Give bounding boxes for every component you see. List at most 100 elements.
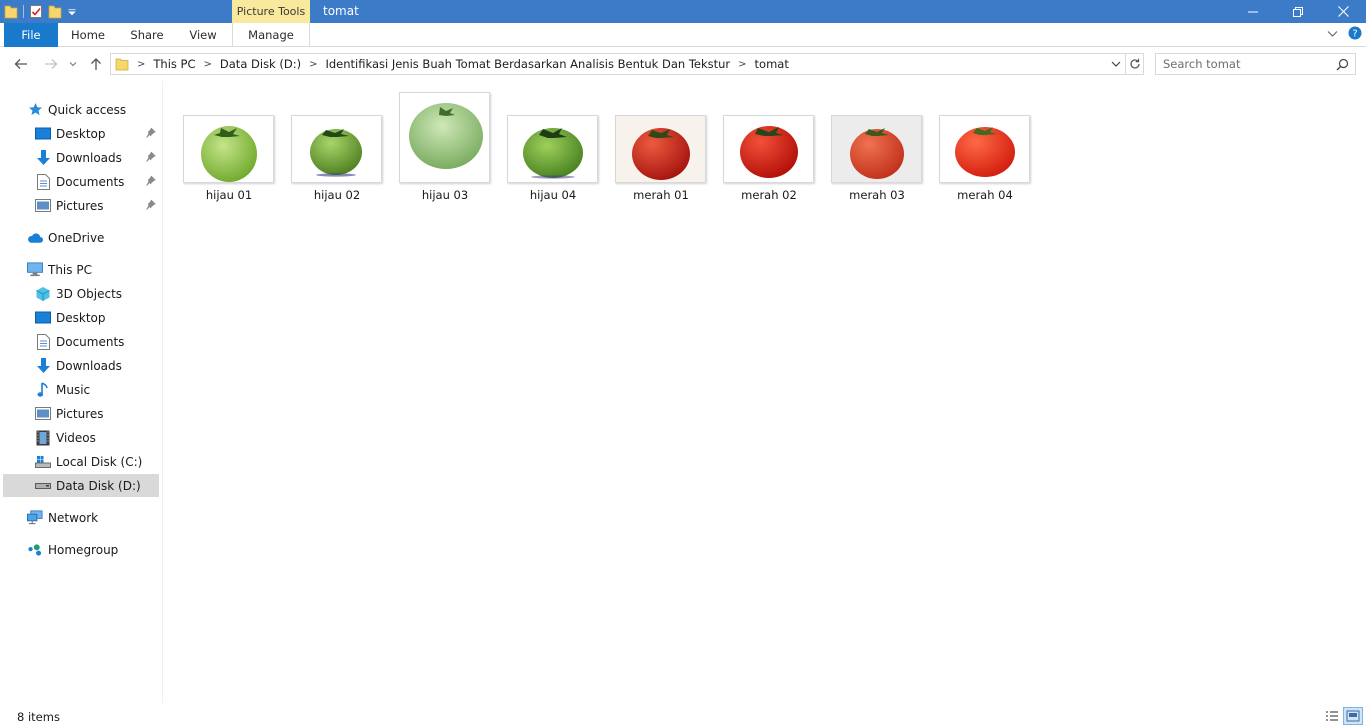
- sidebar-item-3d-objects[interactable]: 3D Objects: [3, 282, 159, 305]
- file-name: merah 03: [849, 188, 905, 202]
- up-button[interactable]: [87, 55, 105, 73]
- refresh-icon: [1129, 58, 1140, 69]
- document-icon: [35, 173, 51, 190]
- sidebar-item-pictures-pinned[interactable]: Pictures: [3, 194, 159, 217]
- large-icons-view-button[interactable]: [1343, 707, 1363, 725]
- windows-drive-icon: [35, 454, 51, 470]
- tab-view[interactable]: View: [180, 23, 226, 47]
- file-name: hijau 04: [529, 188, 577, 202]
- sidebar-item-network[interactable]: Network: [3, 506, 159, 529]
- tab-file[interactable]: File: [4, 23, 58, 47]
- red-tomato-thumbnail: [832, 116, 921, 182]
- sidebar-item-videos[interactable]: Videos: [3, 426, 159, 449]
- help-icon[interactable]: ?: [1348, 26, 1362, 40]
- network-icon: [27, 510, 43, 526]
- search-icon[interactable]: [1336, 58, 1349, 71]
- file-item-merah-02[interactable]: merah 02: [719, 95, 819, 205]
- image-thumbnail: [831, 115, 922, 183]
- sidebar-item-documents[interactable]: Documents: [3, 330, 159, 353]
- sidebar-item-onedrive[interactable]: OneDrive: [3, 226, 159, 249]
- homegroup-icon: [27, 542, 43, 558]
- sidebar-item-downloads-pinned[interactable]: Downloads: [3, 146, 159, 169]
- chevron-down-icon: [1111, 61, 1121, 67]
- green-tomato-thumbnail: [310, 129, 362, 177]
- image-thumbnail: [507, 115, 598, 183]
- sidebar-item-music[interactable]: Music: [3, 378, 159, 401]
- arrow-up-icon: [91, 58, 101, 70]
- sidebar-item-pictures[interactable]: Pictures: [3, 402, 159, 425]
- minimize-button[interactable]: [1230, 0, 1276, 23]
- back-button[interactable]: [12, 55, 30, 73]
- breadcrumb-tomat[interactable]: tomat: [755, 57, 789, 71]
- sidebar-item-local-disk-c[interactable]: Local Disk (C:): [3, 450, 159, 473]
- tab-manage[interactable]: Manage: [232, 23, 310, 47]
- image-thumbnail: [615, 115, 706, 183]
- sidebar-item-homegroup[interactable]: Homegroup: [3, 538, 159, 561]
- pin-icon[interactable]: [145, 199, 156, 210]
- sidebar-item-this-pc[interactable]: This PC: [3, 258, 159, 281]
- sidebar-item-label: Documents: [56, 334, 125, 349]
- pin-icon[interactable]: [145, 175, 156, 186]
- details-view-button[interactable]: [1322, 707, 1342, 725]
- music-note-icon: [35, 381, 51, 398]
- address-history-button[interactable]: [1109, 57, 1123, 71]
- file-name: hijau 01: [205, 188, 253, 202]
- pin-icon[interactable]: [145, 127, 156, 138]
- breadcrumb-data-disk[interactable]: Data Disk (D:): [220, 57, 301, 71]
- chevron-right-icon[interactable]: >: [738, 59, 746, 70]
- forward-button[interactable]: [42, 55, 60, 73]
- sidebar-item-data-disk-d[interactable]: Data Disk (D:): [3, 474, 159, 497]
- folder-icon[interactable]: [4, 4, 18, 19]
- sidebar-item-label: Network: [48, 510, 99, 525]
- chevron-right-icon[interactable]: >: [309, 59, 317, 70]
- address-bar[interactable]: > This PC > Data Disk (D:) > Identifikas…: [110, 53, 1126, 75]
- new-folder-icon[interactable]: [48, 4, 62, 19]
- minimize-icon: [1248, 11, 1258, 12]
- sidebar-item-label: Homegroup: [48, 542, 119, 557]
- close-button[interactable]: [1320, 0, 1366, 23]
- image-thumbnail: [399, 92, 490, 183]
- restore-button[interactable]: [1275, 0, 1321, 23]
- sidebar-item-desktop-pinned[interactable]: Desktop: [3, 122, 159, 145]
- sidebar-item-label: Local Disk (C:): [56, 454, 143, 469]
- file-item-merah-01[interactable]: merah 01: [611, 95, 711, 205]
- tab-home[interactable]: Home: [62, 23, 114, 47]
- properties-icon[interactable]: [29, 4, 43, 19]
- expand-ribbon-icon[interactable]: [1327, 28, 1338, 39]
- recent-locations-button[interactable]: [67, 55, 79, 73]
- file-item-merah-03[interactable]: merah 03: [827, 95, 927, 205]
- file-item-hijau-02[interactable]: hijau 02: [287, 95, 387, 205]
- breadcrumb-project-folder[interactable]: Identifikasi Jenis Buah Tomat Berdasarka…: [325, 57, 730, 71]
- svg-text:?: ?: [1352, 29, 1357, 40]
- navigation-bar: > This PC > Data Disk (D:) > Identifikas…: [0, 48, 1366, 81]
- chevron-down-icon[interactable]: [67, 4, 77, 19]
- title-bar: Picture Tools tomat: [0, 0, 1366, 23]
- close-icon: [1337, 6, 1349, 17]
- window-title: tomat: [323, 4, 359, 18]
- sidebar-item-label: Quick access: [48, 102, 127, 117]
- file-list: hijau 01 hijau 02 hijau 03 hijau 04 mera…: [164, 81, 1366, 703]
- chevron-down-icon: [69, 62, 77, 67]
- film-icon: [35, 430, 51, 446]
- breadcrumb-this-pc[interactable]: This PC: [153, 57, 195, 71]
- star-icon: [27, 102, 43, 118]
- file-item-hijau-03[interactable]: hijau 03: [395, 91, 495, 205]
- breadcrumb: > This PC > Data Disk (D:) > Identifikas…: [129, 57, 789, 71]
- sidebar-item-documents-pinned[interactable]: Documents: [3, 170, 159, 193]
- sidebar-item-downloads[interactable]: Downloads: [3, 354, 159, 377]
- sidebar-item-label: Videos: [56, 430, 96, 445]
- file-item-merah-04[interactable]: merah 04: [935, 95, 1035, 205]
- refresh-button[interactable]: [1126, 53, 1144, 75]
- sidebar-item-desktop[interactable]: Desktop: [3, 306, 159, 329]
- folder-icon: [115, 58, 129, 71]
- search-box[interactable]: [1155, 53, 1356, 75]
- tab-share[interactable]: Share: [120, 23, 174, 47]
- chevron-right-icon[interactable]: >: [204, 59, 212, 70]
- sidebar-item-quick-access[interactable]: Quick access: [3, 98, 159, 121]
- file-item-hijau-01[interactable]: hijau 01: [179, 95, 279, 205]
- sidebar-item-label: Desktop: [56, 310, 106, 325]
- file-item-hijau-04[interactable]: hijau 04: [503, 95, 603, 205]
- pin-icon[interactable]: [145, 151, 156, 162]
- search-input[interactable]: [1156, 57, 1326, 71]
- ribbon-controls: ?: [1327, 26, 1362, 40]
